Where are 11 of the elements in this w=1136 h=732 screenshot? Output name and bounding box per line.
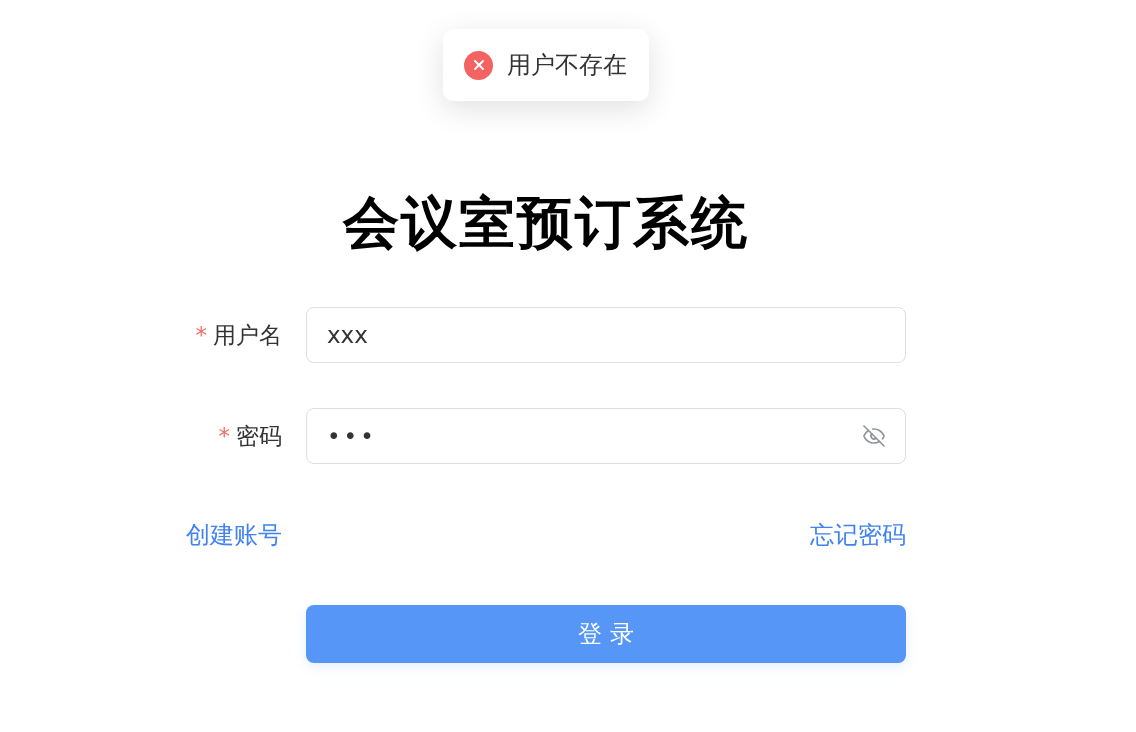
field-label: * 用户名 [194,320,282,350]
create-account-link[interactable]: 创建账号 [186,519,282,551]
field-label: * 密码 [217,421,282,451]
login-button[interactable]: 登 录 [306,605,906,663]
forgot-password-link[interactable]: 忘记密码 [810,519,906,551]
toast-message: 用户不存在 [507,50,627,81]
password-field[interactable]: ••• [306,408,906,464]
page-title: 会议室预订系统 [341,189,750,257]
error-icon [464,50,493,80]
eye-off-icon[interactable] [862,424,886,448]
username-field[interactable]: xxx [306,307,906,363]
